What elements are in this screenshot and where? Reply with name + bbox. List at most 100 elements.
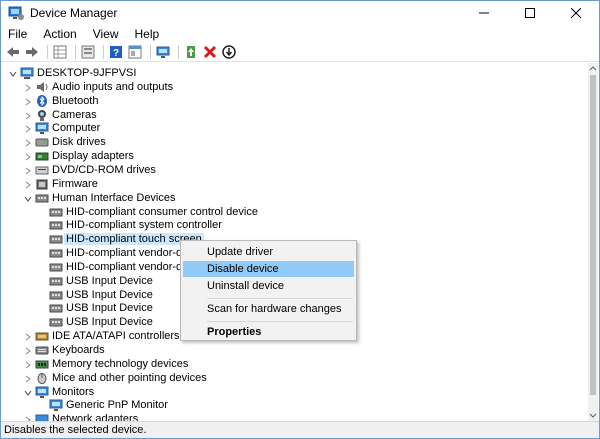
tree-item-label: USB Input Device [66,316,153,329]
tree-device[interactable]: HID-compliant vendor-defin [49,246,200,260]
update-driver-button[interactable] [183,44,199,60]
chevron-down-icon[interactable] [24,388,32,396]
tree-item-label: DESKTOP-9JFPVSI [37,67,137,79]
device-manager-app-icon [8,5,24,21]
firmware-icon [35,178,49,190]
chevron-right-icon[interactable] [24,180,32,189]
tree-device[interactable]: HID-compliant consumer control device [49,205,258,219]
tree-device[interactable]: USB Input Device [49,315,153,329]
tree-category[interactable]: Human Interface Devices [24,191,176,205]
tree-category[interactable]: Cameras [25,108,97,122]
disable-button[interactable] [221,44,237,60]
mouse-icon [35,372,49,384]
tree-category[interactable]: Disk drives [25,135,106,149]
dvd-icon [35,164,49,176]
chevron-right-icon[interactable] [24,83,32,92]
monitor-icon [49,399,63,412]
tree-item-label: Network adapters [52,413,139,421]
hid-icon [35,192,49,204]
context-menu-item-scan-for-hardware-changes[interactable]: Scan for hardware changes [183,301,354,317]
menu-view[interactable]: View [85,27,127,41]
tree-category[interactable]: Display adapters [25,149,134,163]
hid-icon [49,302,63,314]
toolbar-separator [150,45,151,59]
status-bar: Disables the selected device. [1,421,599,438]
chevron-right-icon[interactable] [24,374,32,383]
tree-item-label: Computer [52,122,101,135]
tree-category[interactable]: Monitors [24,385,94,399]
chevron-right-icon[interactable] [24,152,32,161]
back-button[interactable] [5,44,21,60]
chevron-down-icon[interactable] [9,69,17,77]
tree-category[interactable]: Firmware [25,177,98,191]
window-controls [461,1,599,25]
chevron-right-icon[interactable] [24,138,32,147]
chevron-down-icon[interactable] [24,194,32,202]
chevron-right-icon[interactable] [24,346,32,355]
tree-category[interactable]: Audio inputs and outputs [25,80,174,94]
back-icon [7,47,19,57]
scan-hardware-button[interactable] [155,44,171,60]
tree-item-label: USB Input Device [66,274,153,287]
minimize-icon [479,12,489,14]
help-icon: ? [110,46,122,59]
tree-device[interactable]: HID-compliant vendor-defin [49,260,200,274]
device-view-button[interactable] [127,44,143,60]
tree-category[interactable]: IDE ATA/ATAPI controllers [25,329,180,343]
show-hidden-button[interactable] [80,44,96,60]
context-menu-item-properties[interactable]: Properties [183,324,354,340]
tree-category[interactable]: Mice and other pointing devices [25,371,207,385]
tree-category[interactable]: Keyboards [25,343,105,357]
tree-device[interactable]: USB Input Device [49,274,153,288]
tree-device[interactable]: Generic PnP Monitor [49,398,168,412]
scroll-down-button[interactable] [588,411,598,421]
tree-item-label: DVD/CD-ROM drives [52,163,156,176]
maximize-icon [525,8,535,18]
scrollbar-thumb[interactable] [590,75,596,395]
properties-grid-button[interactable] [52,44,68,60]
tree-device[interactable]: USB Input Device [49,301,153,315]
speaker-icon [35,81,49,93]
tree-category[interactable]: Computer [25,121,101,135]
chevron-right-icon[interactable] [24,124,32,133]
context-menu-item-update-driver[interactable]: Update driver [183,244,354,260]
forward-button[interactable] [24,44,40,60]
chevron-right-icon[interactable] [24,166,32,175]
context-menu-separator [207,298,353,299]
maximize-button[interactable] [507,1,553,25]
toolbar-separator [47,45,48,59]
help-button[interactable]: ? [108,44,124,60]
menu-help[interactable]: Help [127,27,168,41]
tree-device[interactable]: HID-compliant system controller [49,218,222,232]
vertical-scrollbar[interactable] [588,63,598,421]
menu-file[interactable]: File [1,27,35,41]
hid-icon [49,233,63,245]
chevron-right-icon[interactable] [24,332,32,341]
tree-category[interactable]: Bluetooth [25,94,98,108]
monitor-icon [35,122,49,135]
disk-icon [35,136,49,148]
tree-category[interactable]: Memory technology devices [25,357,188,371]
close-button[interactable] [553,1,599,25]
scan-hardware-icon [156,46,170,58]
chevron-right-icon[interactable] [24,97,32,106]
title-bar[interactable]: Device Manager [1,1,599,25]
uninstall-button[interactable] [202,44,218,60]
chevron-right-icon[interactable] [24,111,32,119]
disable-icon [222,45,236,59]
ide-icon [35,330,49,342]
tree-category[interactable]: DVD/CD-ROM drives [25,163,156,177]
tree-device[interactable]: USB Input Device [49,288,153,302]
minimize-button[interactable] [461,1,507,25]
tree-category[interactable]: Network adapters [25,412,139,421]
context-menu-item-disable-device[interactable]: Disable device [183,261,354,277]
context-menu-item-uninstall-device[interactable]: Uninstall device [183,278,354,294]
tree-root[interactable]: DESKTOP-9JFPVSI [9,66,137,80]
tree-item-label: Audio inputs and outputs [52,80,174,93]
scroll-up-button[interactable] [588,63,598,73]
chevron-down-icon [589,413,597,418]
status-text: Disables the selected device. [4,424,147,436]
camera-icon [35,109,49,121]
menu-action[interactable]: Action [35,27,84,41]
chevron-right-icon[interactable] [24,360,32,369]
